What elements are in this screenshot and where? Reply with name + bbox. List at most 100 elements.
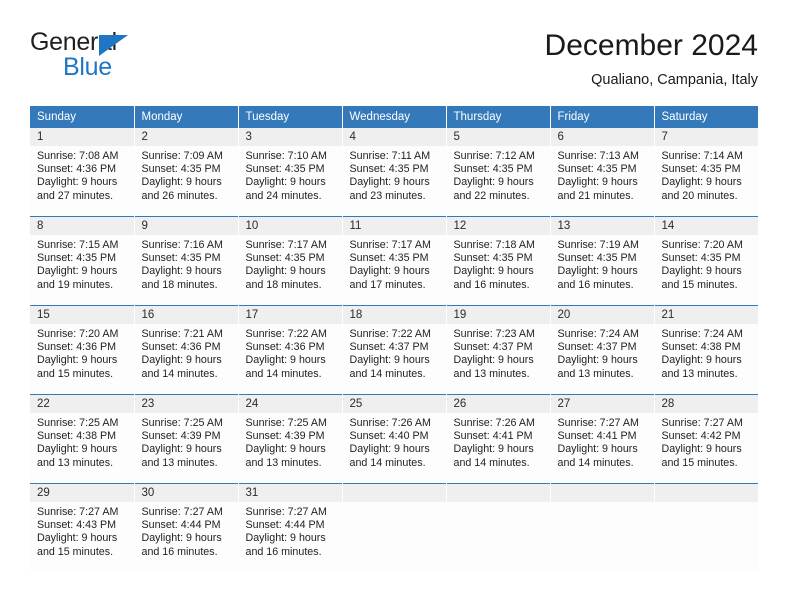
daylight-text-line1: Daylight: 9 hours <box>661 443 742 456</box>
calendar-day-cell[interactable]: 3 Sunrise: 7:10 AM Sunset: 4:35 PM Daylight… <box>238 128 343 217</box>
calendar-day-cell[interactable]: 14 Sunrise: 7:20 AM Sunset: 4:35 PM Dayligh… <box>654 216 758 306</box>
calendar-day-cell[interactable]: 13 Sunrise: 7:19 AM Sunset: 4:35 PM Dayligh… <box>550 216 655 306</box>
calendar-day-cell[interactable]: 28 Sunrise: 7:27 AM Sunset: 4:42 PM Dayligh… <box>654 394 759 484</box>
daylight-text-line2: and 16 minutes. <box>557 278 634 291</box>
calendar-day-cell[interactable]: 19 Sunrise: 7:23 AM Sunset: 4:37 PM Dayligh… <box>446 305 551 395</box>
day-details: Sunrise: 7:20 AM Sunset: 4:36 PM Daylight:… <box>30 324 134 381</box>
calendar-day-cell[interactable]: 5 Sunrise: 7:12 AM Sunset: 4:35 PM Daylight… <box>446 128 551 217</box>
daylight-text-line1: Daylight: 9 hours <box>661 354 742 367</box>
calendar-day-cell[interactable]: 7 Sunrise: 7:14 AM Sunset: 4:35 PM Daylight… <box>654 128 758 217</box>
sunrise-text: Sunrise: 7:23 AM <box>453 328 535 340</box>
calendar-day-cell[interactable]: 25 Sunrise: 7:26 AM Sunset: 4:40 PM Dayligh… <box>342 394 447 484</box>
sunrise-text: Sunrise: 7:19 AM <box>557 239 639 251</box>
day-cell-inner: 12 Sunrise: 7:18 AM Sunset: 4:35 PM Dayligh… <box>446 217 550 305</box>
day-cell-inner: 21 Sunrise: 7:24 AM Sunset: 4:38 PM Dayligh… <box>654 306 759 394</box>
weekday-header-sunday: Sunday <box>30 106 135 128</box>
location-subtitle: Qualiano, Campania, Italy <box>591 72 758 88</box>
calendar-day-cell[interactable]: 17 Sunrise: 7:22 AM Sunset: 4:36 PM Dayligh… <box>238 305 343 395</box>
day-number: 20 <box>550 306 654 324</box>
calendar-day-cell[interactable]: 27 Sunrise: 7:27 AM Sunset: 4:41 PM Dayligh… <box>550 394 655 484</box>
sunset-text: Sunset: 4:35 PM <box>557 252 637 265</box>
general-blue-logo[interactable]: General Blue <box>30 28 260 88</box>
calendar-day-cell[interactable]: 21 Sunrise: 7:24 AM Sunset: 4:38 PM Dayligh… <box>654 305 759 395</box>
calendar-week-row: 29 Sunrise: 7:27 AM Sunset: 4:43 PM Dayligh… <box>30 483 758 572</box>
sunrise-text: Sunrise: 7:27 AM <box>661 417 743 429</box>
day-number: 17 <box>238 306 342 324</box>
sunset-text: Sunset: 4:35 PM <box>245 163 325 176</box>
calendar-day-cell[interactable]: 6 Sunrise: 7:13 AM Sunset: 4:35 PM Daylight… <box>550 128 655 217</box>
daylight-text-line2: and 20 minutes. <box>661 189 738 202</box>
day-details: Sunrise: 7:27 AM Sunset: 4:42 PM Daylight:… <box>655 413 759 470</box>
daylight-text-line2: and 13 minutes. <box>245 456 322 469</box>
calendar-day-cell[interactable]: 24 Sunrise: 7:25 AM Sunset: 4:39 PM Dayligh… <box>238 394 343 484</box>
calendar-day-cell[interactable]: 20 Sunrise: 7:24 AM Sunset: 4:37 PM Dayligh… <box>550 305 655 395</box>
daylight-text-line2: and 13 minutes. <box>453 367 530 380</box>
daylight-text-line1: Daylight: 9 hours <box>661 265 742 278</box>
day-details: Sunrise: 7:21 AM Sunset: 4:36 PM Daylight:… <box>135 324 238 381</box>
sunset-text: Sunset: 4:36 PM <box>245 341 325 354</box>
calendar-day-cell[interactable]: 23 Sunrise: 7:25 AM Sunset: 4:39 PM Dayligh… <box>134 394 239 484</box>
calendar-day-cell[interactable]: 12 Sunrise: 7:18 AM Sunset: 4:35 PM Dayligh… <box>446 216 551 306</box>
daylight-text-line2: and 27 minutes. <box>37 189 114 202</box>
calendar-day-cell[interactable]: 16 Sunrise: 7:21 AM Sunset: 4:36 PM Dayligh… <box>134 305 239 395</box>
day-cell-inner: 9 Sunrise: 7:16 AM Sunset: 4:35 PM Daylight… <box>134 217 238 305</box>
weekday-header-monday: Monday <box>134 106 239 128</box>
day-cell-inner: 22 Sunrise: 7:25 AM Sunset: 4:38 PM Dayligh… <box>30 395 134 483</box>
calendar-day-cell[interactable]: 31 Sunrise: 7:27 AM Sunset: 4:44 PM Dayligh… <box>238 483 343 572</box>
calendar-day-cell[interactable]: 4 Sunrise: 7:11 AM Sunset: 4:35 PM Daylight… <box>342 128 447 217</box>
sunset-text: Sunset: 4:36 PM <box>141 341 221 354</box>
day-details: Sunrise: 7:24 AM Sunset: 4:38 PM Daylight:… <box>655 324 759 381</box>
day-number: 1 <box>30 128 134 146</box>
daylight-text-line1: Daylight: 9 hours <box>349 443 430 456</box>
sunrise-text: Sunrise: 7:10 AM <box>245 150 327 162</box>
day-cell-inner: 15 Sunrise: 7:20 AM Sunset: 4:36 PM Dayligh… <box>30 306 134 394</box>
weekday-header-friday: Friday <box>550 106 655 128</box>
day-details: Sunrise: 7:12 AM Sunset: 4:35 PM Daylight:… <box>447 146 550 203</box>
day-details: Sunrise: 7:22 AM Sunset: 4:37 PM Daylight:… <box>343 324 446 381</box>
calendar-day-cell[interactable]: 22 Sunrise: 7:25 AM Sunset: 4:38 PM Dayligh… <box>30 394 135 484</box>
day-number <box>550 484 654 502</box>
sunset-text: Sunset: 4:39 PM <box>245 430 325 443</box>
weekday-header-thursday: Thursday <box>446 106 551 128</box>
calendar-day-cell[interactable]: 26 Sunrise: 7:26 AM Sunset: 4:41 PM Dayligh… <box>446 394 551 484</box>
sunset-text: Sunset: 4:36 PM <box>37 341 117 354</box>
day-number: 4 <box>342 128 446 146</box>
calendar-day-cell[interactable]: 11 Sunrise: 7:17 AM Sunset: 4:35 PM Dayligh… <box>342 216 447 306</box>
calendar-day-cell[interactable]: 9 Sunrise: 7:16 AM Sunset: 4:35 PM Daylight… <box>134 216 239 306</box>
weekday-header-wednesday: Wednesday <box>342 106 447 128</box>
calendar-day-cell[interactable]: 15 Sunrise: 7:20 AM Sunset: 4:36 PM Dayligh… <box>30 305 135 395</box>
calendar-day-cell[interactable]: 10 Sunrise: 7:17 AM Sunset: 4:35 PM Dayligh… <box>238 216 343 306</box>
day-cell-inner <box>446 484 550 572</box>
calendar-day-cell[interactable]: 2 Sunrise: 7:09 AM Sunset: 4:35 PM Daylight… <box>134 128 239 217</box>
daylight-text-line2: and 19 minutes. <box>37 278 114 291</box>
sunrise-text: Sunrise: 7:27 AM <box>557 417 639 429</box>
calendar-day-cell[interactable]: 30 Sunrise: 7:27 AM Sunset: 4:44 PM Dayligh… <box>134 483 239 572</box>
daylight-text-line1: Daylight: 9 hours <box>245 176 326 189</box>
calendar-empty-cell <box>654 483 758 572</box>
day-number: 22 <box>30 395 134 413</box>
day-number: 9 <box>134 217 238 235</box>
calendar-day-cell[interactable]: 29 Sunrise: 7:27 AM Sunset: 4:43 PM Dayligh… <box>30 483 135 572</box>
daylight-text-line2: and 22 minutes. <box>453 189 530 202</box>
daylight-text-line1: Daylight: 9 hours <box>141 532 222 545</box>
sunrise-text: Sunrise: 7:24 AM <box>557 328 639 340</box>
calendar-day-cell[interactable]: 8 Sunrise: 7:15 AM Sunset: 4:35 PM Daylight… <box>30 216 135 306</box>
calendar-day-cell[interactable]: 1 Sunrise: 7:08 AM Sunset: 4:36 PM Daylight… <box>30 128 135 217</box>
sunset-text: Sunset: 4:43 PM <box>37 519 117 532</box>
day-details: Sunrise: 7:17 AM Sunset: 4:35 PM Daylight:… <box>343 235 446 292</box>
daylight-text-line2: and 18 minutes. <box>245 278 322 291</box>
day-details: Sunrise: 7:25 AM Sunset: 4:38 PM Daylight:… <box>30 413 134 470</box>
daylight-text-line1: Daylight: 9 hours <box>661 176 742 189</box>
day-details: Sunrise: 7:23 AM Sunset: 4:37 PM Daylight:… <box>447 324 550 381</box>
day-cell-inner: 16 Sunrise: 7:21 AM Sunset: 4:36 PM Dayligh… <box>134 306 238 394</box>
sunrise-text: Sunrise: 7:22 AM <box>245 328 327 340</box>
day-number <box>446 484 550 502</box>
day-details <box>343 502 446 506</box>
calendar-day-cell[interactable]: 18 Sunrise: 7:22 AM Sunset: 4:37 PM Dayligh… <box>342 305 447 395</box>
daylight-text-line2: and 14 minutes. <box>141 367 218 380</box>
sunrise-text: Sunrise: 7:11 AM <box>349 150 431 162</box>
calendar-week-row: 22 Sunrise: 7:25 AM Sunset: 4:38 PM Dayligh… <box>30 394 759 484</box>
weekday-header-row: Sunday Monday Tuesday Wednesday Thursday… <box>30 106 758 128</box>
sunrise-text: Sunrise: 7:22 AM <box>349 328 431 340</box>
day-number: 23 <box>134 395 238 413</box>
